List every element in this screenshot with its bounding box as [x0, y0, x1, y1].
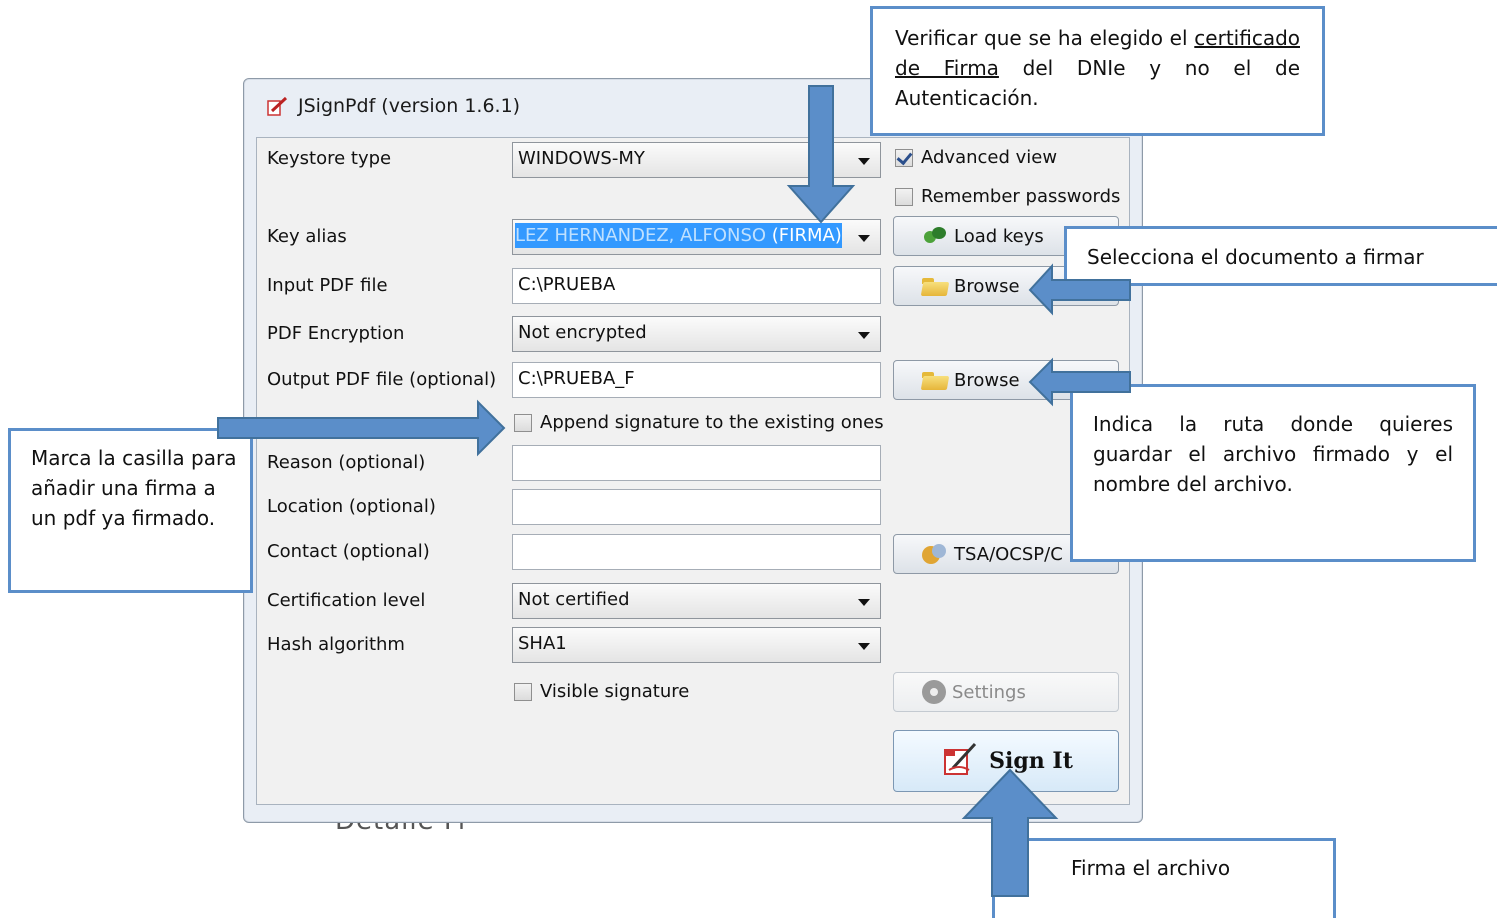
sign-it-label: Sign It	[989, 748, 1073, 774]
output-browse-label: Browse	[954, 369, 1020, 391]
keystore-type-select[interactable]: WINDOWS-MY	[512, 142, 881, 178]
load-keys-label: Load keys	[954, 225, 1044, 247]
keys-icon	[922, 225, 948, 247]
folder-icon	[922, 370, 948, 390]
form-panel: Keystore type WINDOWS-MY Advanced view R…	[256, 137, 1130, 805]
settings-button[interactable]: Settings	[893, 672, 1119, 712]
key-alias-select[interactable]: LEZ HERNANDEZ, ALFONSO (FIRMA)	[512, 219, 881, 255]
chevron-down-icon	[858, 599, 870, 606]
keystore-type-label: Keystore type	[267, 148, 392, 169]
gear-icon	[922, 680, 946, 704]
callout-certificate-text-1: Verificar que se ha elegido el	[895, 26, 1188, 50]
certification-level-value: Not certified	[518, 589, 630, 610]
chevron-down-icon	[858, 235, 870, 242]
advanced-view-checkbox-row[interactable]: Advanced view	[895, 147, 1057, 168]
callout-certificate: Verificar que se ha elegido el certifica…	[870, 6, 1325, 136]
remember-passwords-checkbox-row[interactable]: Remember passwords	[895, 186, 1120, 207]
visible-signature-label: Visible signature	[540, 681, 690, 702]
pdf-pen-icon	[266, 95, 288, 117]
callout-append-signature-text: Marca la casilla para añadir una firma a…	[31, 446, 237, 530]
certification-level-select[interactable]: Not certified	[512, 583, 881, 619]
input-pdf-field[interactable]: C:\PRUEBA	[512, 268, 881, 304]
sign-it-button[interactable]: Sign It	[893, 730, 1119, 792]
output-pdf-label: Output PDF file (optional)	[267, 369, 497, 390]
location-field[interactable]	[512, 489, 881, 525]
reason-label: Reason (optional)	[267, 452, 426, 473]
contact-label: Contact (optional)	[267, 541, 430, 562]
advanced-view-label: Advanced view	[921, 147, 1058, 168]
callout-append-signature: Marca la casilla para añadir una firma a…	[8, 428, 253, 593]
jsignpdf-window: JSignPdf (version 1.6.1) Keystore type W…	[243, 78, 1143, 823]
contact-field[interactable]	[512, 534, 881, 570]
visible-signature-checkbox-row[interactable]: Visible signature	[514, 681, 689, 702]
input-browse-label: Browse	[954, 275, 1020, 297]
folder-icon	[922, 276, 948, 296]
callout-select-document-text: Selecciona el documento a firmar	[1087, 245, 1424, 269]
callout-sign-file: Firma el archivo	[992, 838, 1336, 918]
append-signature-checkbox[interactable]	[514, 413, 532, 432]
advanced-view-checkbox[interactable]	[895, 148, 913, 167]
hash-algorithm-select[interactable]: SHA1	[512, 627, 881, 663]
callout-sign-file-text: Firma el archivo	[1071, 856, 1231, 880]
keystore-type-value: WINDOWS-MY	[518, 148, 645, 169]
output-pdf-field[interactable]: C:\PRUEBA_F	[512, 362, 881, 398]
key-alias-label: Key alias	[267, 226, 347, 247]
chevron-down-icon	[858, 643, 870, 650]
pdf-encryption-label: PDF Encryption	[267, 323, 405, 344]
tsa-icon	[920, 542, 948, 566]
append-signature-checkbox-row[interactable]: Append signature to the existing ones	[514, 412, 884, 433]
append-signature-label: Append signature to the existing ones	[540, 412, 884, 433]
input-pdf-label: Input PDF file	[267, 275, 388, 296]
remember-passwords-checkbox[interactable]	[895, 187, 913, 206]
reason-field[interactable]	[512, 445, 881, 481]
sign-pdf-icon	[939, 738, 979, 784]
chevron-down-icon	[858, 332, 870, 339]
callout-select-document: Selecciona el documento a firmar	[1064, 226, 1497, 286]
certification-level-label: Certification level	[267, 590, 426, 611]
settings-label: Settings	[952, 681, 1026, 703]
pdf-encryption-select[interactable]: Not encrypted	[512, 316, 881, 352]
callout-output-path-text: Indica la ruta donde quieres guardar el …	[1093, 412, 1453, 496]
tsa-ocsp-label: TSA/OCSP/C	[954, 543, 1063, 565]
pdf-encryption-value: Not encrypted	[518, 322, 647, 343]
window-title: JSignPdf (version 1.6.1)	[298, 95, 521, 117]
visible-signature-checkbox[interactable]	[514, 682, 532, 701]
window-title-bar: JSignPdf (version 1.6.1)	[266, 95, 520, 117]
chevron-down-icon	[858, 158, 870, 165]
hash-algorithm-value: SHA1	[518, 633, 567, 654]
callout-output-path: Indica la ruta donde quieres guardar el …	[1070, 384, 1476, 562]
hash-algorithm-label: Hash algorithm	[267, 634, 405, 655]
location-label: Location (optional)	[267, 496, 436, 517]
remember-passwords-label: Remember passwords	[921, 186, 1121, 207]
key-alias-selected-value: LEZ HERNANDEZ, ALFONSO (FIRMA)	[515, 223, 842, 248]
